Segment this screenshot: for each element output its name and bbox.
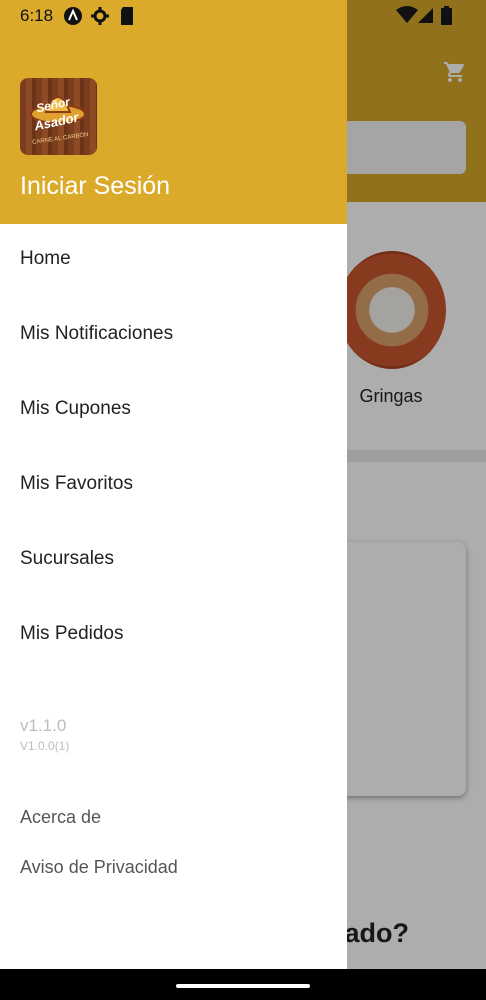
app-version: v1.1.0 bbox=[20, 716, 67, 735]
menu-item-label: Home bbox=[20, 247, 71, 269]
menu-item-branches[interactable]: Sucursales bbox=[0, 521, 347, 596]
home-handle[interactable] bbox=[176, 984, 310, 988]
signal-icon bbox=[418, 8, 433, 23]
logo-tagline: CARNE AL CARBÓN bbox=[31, 132, 89, 146]
menu-item-label: Mis Favoritos bbox=[20, 472, 133, 494]
navigation-drawer: Señor Asador CARNE AL CARBÓN Iniciar Ses… bbox=[0, 0, 347, 969]
app-build: V1.0.0(1) bbox=[20, 739, 70, 753]
menu-item-label: Sucursales bbox=[20, 547, 114, 569]
drawer-header: Señor Asador CARNE AL CARBÓN Iniciar Ses… bbox=[0, 0, 347, 224]
menu-item-label: Mis Notificaciones bbox=[20, 322, 174, 344]
menu-item-label: Mis Pedidos bbox=[20, 622, 124, 644]
gesture-nav-bar bbox=[0, 969, 486, 1000]
menu-item-orders[interactable]: Mis Pedidos bbox=[0, 596, 347, 671]
menu-item-label: Mis Cupones bbox=[20, 397, 131, 419]
gear-icon bbox=[91, 7, 109, 25]
menu-item-notifications[interactable]: Mis Notificaciones bbox=[0, 296, 347, 371]
menu-item-coupons[interactable]: Mis Cupones bbox=[0, 371, 347, 446]
a-circle-icon bbox=[64, 7, 82, 25]
menu-item-favorites[interactable]: Mis Favoritos bbox=[0, 446, 347, 521]
login-link[interactable]: Iniciar Sesión bbox=[20, 172, 170, 201]
senor-asador-logo: Señor Asador CARNE AL CARBÓN bbox=[20, 78, 97, 155]
battery-icon bbox=[441, 6, 452, 25]
about-link[interactable]: Acerca de bbox=[20, 807, 101, 828]
menu-item-home[interactable]: Home bbox=[0, 221, 347, 296]
status-time: 6:18 bbox=[20, 6, 54, 25]
wifi-icon bbox=[396, 6, 418, 23]
sd-card-icon bbox=[121, 7, 133, 25]
privacy-notice-link[interactable]: Aviso de Privacidad bbox=[20, 857, 178, 878]
status-bar: 6:18 bbox=[0, 0, 486, 32]
